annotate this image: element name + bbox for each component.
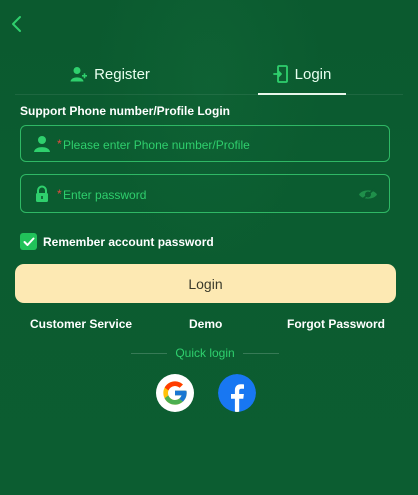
divider-line-right [242, 352, 279, 354]
login-button[interactable]: Login [15, 264, 396, 303]
active-tab-indicator [258, 93, 346, 95]
password-input[interactable] [57, 175, 367, 212]
lock-icon [36, 185, 48, 202]
auth-tabs: Register Login [0, 56, 418, 95]
checkmark-icon [23, 237, 34, 246]
google-icon [163, 381, 187, 405]
facebook-icon[interactable] [218, 374, 256, 412]
login-door-icon [272, 65, 288, 83]
customer-service-link[interactable]: Customer Service [30, 317, 132, 331]
remember-password[interactable]: Remember account password [20, 233, 214, 250]
tab-login-label: Login [294, 65, 332, 83]
login-method-label: Support Phone number/Profile Login [20, 104, 230, 118]
google-login-button[interactable] [156, 374, 194, 412]
tab-register-label: Register [94, 65, 150, 83]
remember-checkbox[interactable] [20, 233, 37, 250]
user-icon [34, 136, 50, 152]
user-add-icon [70, 67, 88, 82]
tab-login[interactable]: Login [258, 56, 346, 92]
eye-icon[interactable] [358, 187, 378, 202]
password-field[interactable]: * Enter password [20, 174, 390, 213]
quick-login-label: Quick login [175, 346, 235, 360]
phone-field[interactable]: * Please enter Phone number/Profile [20, 125, 390, 162]
divider-line-left [131, 352, 168, 354]
phone-input[interactable] [57, 126, 367, 161]
demo-link[interactable]: Demo [189, 317, 222, 331]
quick-login-divider: Quick login [125, 346, 285, 360]
remember-label: Remember account password [43, 234, 214, 249]
tab-register[interactable]: Register [60, 56, 160, 92]
forgot-password-link[interactable]: Forgot Password [287, 317, 385, 331]
back-icon[interactable] [9, 14, 25, 34]
